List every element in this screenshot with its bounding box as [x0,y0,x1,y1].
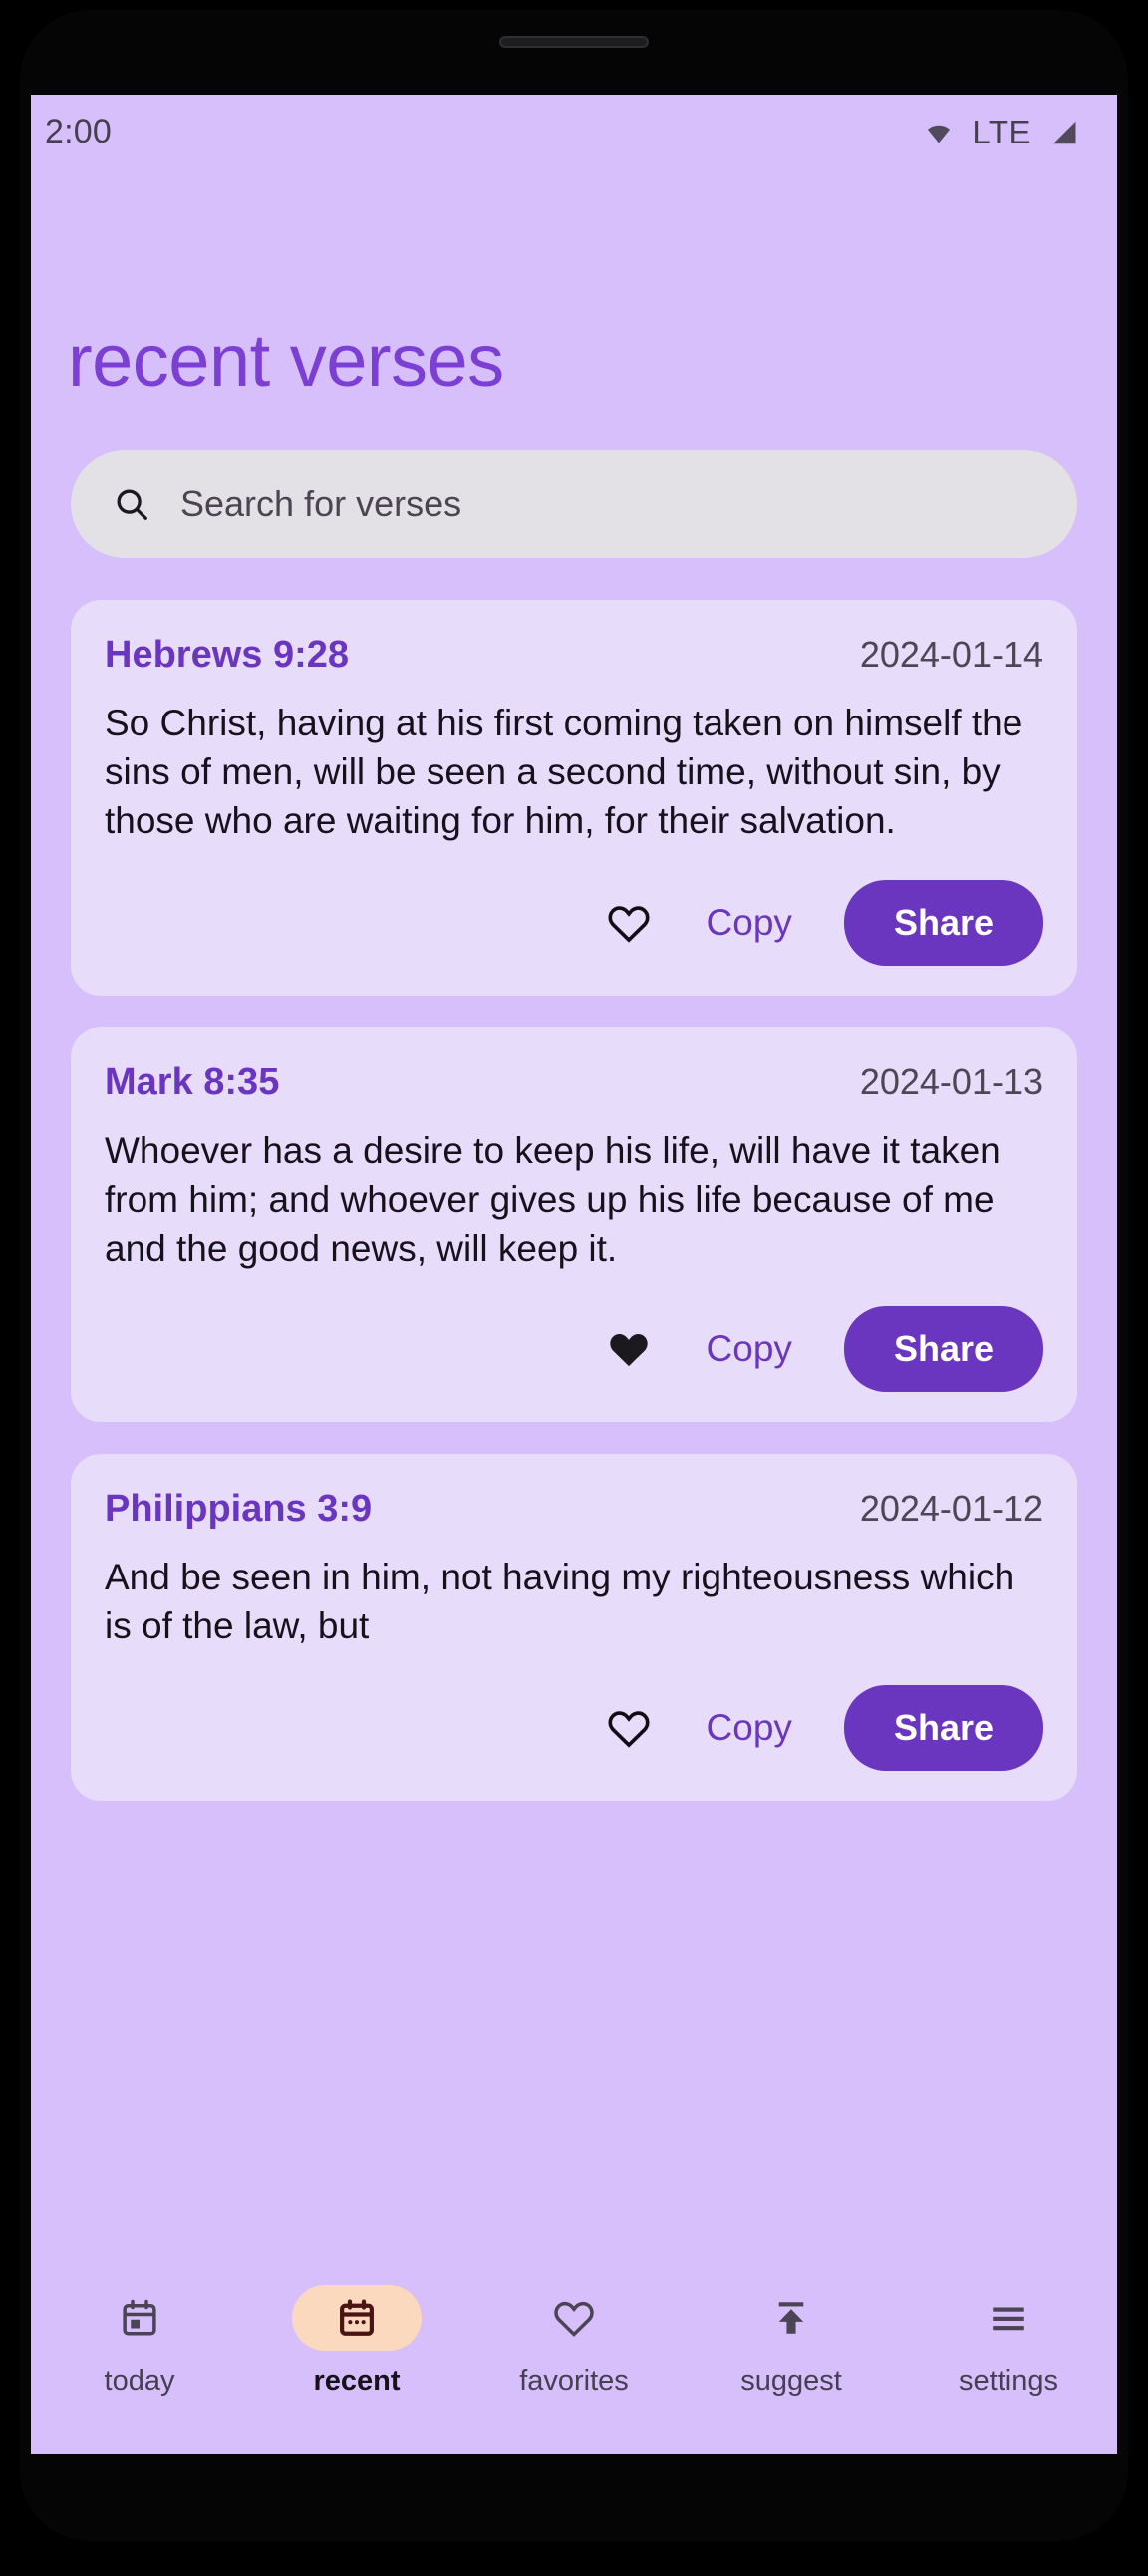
status-indicators: LTE [922,114,1079,151]
share-button[interactable]: Share [843,1684,1043,1771]
favorite-button[interactable] [603,1704,655,1752]
verse-date: 2024-01-14 [859,634,1043,675]
verse-card-actions: Copy Share [105,1306,1043,1393]
search-icon [117,489,147,520]
verse-date: 2024-01-12 [859,1488,1043,1530]
status-time: 2:00 [45,113,112,150]
status-bar: 2:00 LTE [31,95,1117,169]
page-title: recent verses [68,319,504,402]
calendar-recent-icon [340,2299,374,2336]
favorite-button[interactable] [603,899,655,947]
heart-outline-icon [608,1710,650,1748]
verse-text: And be seen in him, not having my righte… [105,1557,1015,1647]
nav-label-recent: recent [313,2365,401,2397]
app-screen: 2:00 LTE recent verses Search for verses… [31,95,1117,2454]
favorite-button[interactable] [603,1325,655,1373]
signal-bars-icon [1053,121,1076,143]
search-placeholder: Search for verses [180,483,462,524]
network-type-label: LTE [972,113,1031,150]
copy-button[interactable]: Copy [697,898,802,948]
search-section: Search for verses [31,398,1117,558]
heart-outline-icon [554,2301,594,2337]
heart-outline-icon [608,905,650,943]
nav-pill-recent [292,2285,422,2351]
verse-card-header: Hebrews 9:28 2024-01-14 [105,634,1043,677]
nav-pill-settings [944,2285,1073,2351]
search-input[interactable]: Search for verses [71,450,1077,558]
nav-label-today: today [104,2365,175,2397]
verse-date: 2024-01-13 [859,1060,1043,1102]
verse-card-actions: Copy Share [105,879,1043,966]
share-button[interactable]: Share [843,1306,1043,1393]
nav-label-suggest: suggest [740,2365,842,2397]
verse-reference: Hebrews 9:28 [105,634,350,676]
copy-button[interactable]: Copy [697,1324,802,1374]
verse-card-list: Hebrews 9:28 2024-01-14 So Christ, havin… [31,558,1117,2265]
phone-frame: 2:00 LTE recent verses Search for verses… [0,0,1148,2576]
nav-pill-today [75,2285,204,2351]
nav-pill-favorites [509,2285,639,2351]
hamburger-menu-icon [993,2307,1024,2331]
verse-card-actions: Copy Share [105,1684,1043,1771]
nav-item-favorites[interactable]: favorites [465,2285,683,2398]
verse-card-header: Mark 8:35 2024-01-13 [105,1061,1043,1104]
calendar-today-icon [123,2299,156,2336]
nav-label-favorites: favorites [519,2365,629,2397]
nav-item-today[interactable]: today [31,2285,248,2398]
nav-label-settings: settings [959,2365,1058,2397]
heart-filled-icon [609,1334,648,1367]
nav-item-suggest[interactable]: suggest [683,2285,900,2398]
nav-item-settings[interactable]: settings [900,2285,1117,2398]
nav-pill-suggest [726,2285,856,2351]
upload-arrow-icon [778,2302,804,2334]
nav-item-recent[interactable]: recent [248,2285,465,2398]
verse-card[interactable]: Hebrews 9:28 2024-01-14 So Christ, havin… [71,600,1077,996]
bottom-navigation: today recent favorites suggest settings [31,2265,1117,2454]
verse-text: Whoever has a desire to keep his life, w… [105,1129,1001,1270]
earpiece-speaker [499,36,649,48]
copy-button[interactable]: Copy [697,1703,802,1753]
verse-card-header: Philippians 3:9 2024-01-12 [105,1488,1043,1531]
wifi-icon [928,125,951,143]
verse-reference: Philippians 3:9 [105,1488,373,1531]
verse-card[interactable]: Philippians 3:9 2024-01-12 And be seen i… [71,1454,1077,1801]
verse-reference: Mark 8:35 [105,1060,280,1103]
share-button[interactable]: Share [843,879,1043,966]
verse-card[interactable]: Mark 8:35 2024-01-13 Whoever has a desir… [71,1026,1077,1423]
verse-text: So Christ, having at his first coming ta… [105,703,1023,842]
